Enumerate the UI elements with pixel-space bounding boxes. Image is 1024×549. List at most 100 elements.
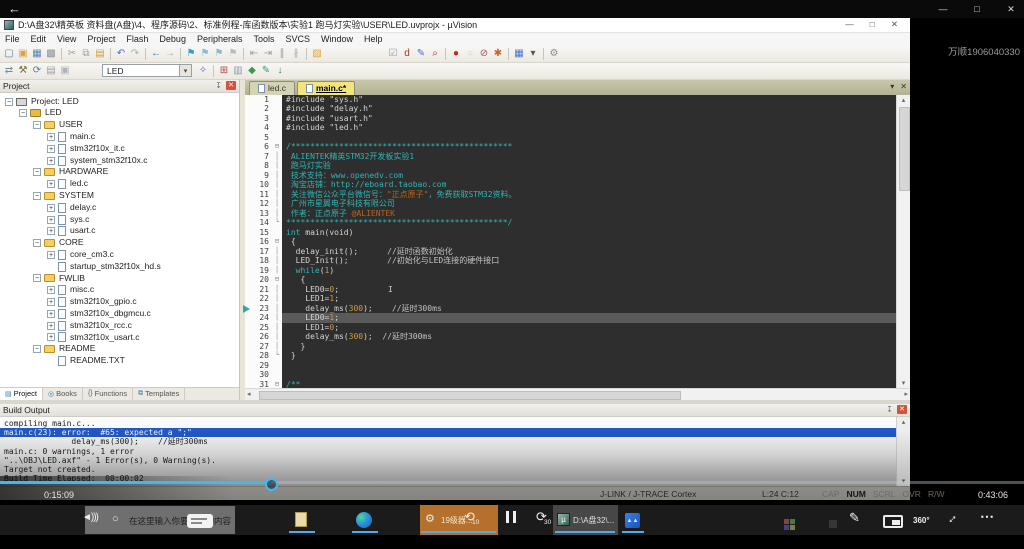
collapse-icon[interactable]: −: [33, 239, 41, 247]
tab-close-icon[interactable]: ✕: [900, 82, 907, 91]
tree-item-misc.c[interactable]: +misc.c: [0, 284, 239, 296]
code-line-11[interactable]: 11│ 关注微信公众平台微信号："正点原子"，免费获取STM32资料。: [245, 190, 896, 200]
fold-collapse-icon[interactable]: ⊟: [272, 142, 282, 152]
tree-item-user[interactable]: −USER: [0, 119, 239, 131]
uncomment-icon[interactable]: ∦: [289, 47, 303, 61]
code-line-21[interactable]: 21│ LED0=0;: [245, 285, 896, 295]
editor-tab-main.c[interactable]: main.c*: [297, 81, 355, 95]
tree-item-system_stm32f10x.c[interactable]: +system_stm32f10x.c: [0, 155, 239, 167]
tree-item-readme[interactable]: −README: [0, 343, 239, 355]
tree-item-readme.txt[interactable]: README.TXT: [0, 355, 239, 367]
code-line-25[interactable]: 25│ LED1=0;: [245, 323, 896, 333]
code-line-4[interactable]: 4#include "led.h": [245, 123, 896, 133]
menu-help[interactable]: Help: [364, 34, 383, 44]
panel-tab-project[interactable]: ▤Project: [0, 388, 43, 400]
collapse-icon[interactable]: −: [33, 345, 41, 353]
build-error-line[interactable]: main.c(23): error: #65: expected a ";": [0, 428, 896, 437]
code-line-27[interactable]: 27│ }: [245, 342, 896, 352]
manage-project-items-icon[interactable]: ⊞: [217, 64, 231, 78]
code-line-2[interactable]: 2#include "delay.h": [245, 104, 896, 114]
scroll-up-icon[interactable]: ▴: [897, 418, 910, 426]
annotate-pen-icon[interactable]: ✎: [849, 510, 860, 526]
player-maximize-button[interactable]: □: [970, 0, 984, 18]
build-output-line[interactable]: delay_ms(300); //延时300ms: [0, 437, 896, 446]
tree-item-stm32f10x_gpio.c[interactable]: +stm32f10x_gpio.c: [0, 296, 239, 308]
menu-flash[interactable]: Flash: [126, 34, 148, 44]
cut-icon[interactable]: ✂: [65, 47, 79, 61]
build-output-scrollbar[interactable]: ▴ ▾: [896, 417, 910, 486]
file-extensions-icon[interactable]: ▥: [231, 64, 245, 78]
tree-item-fwlib[interactable]: −FWLIB: [0, 273, 239, 285]
menu-peripherals[interactable]: Peripherals: [197, 34, 243, 44]
disable-all-breakpoints-icon[interactable]: ⊘: [477, 47, 491, 61]
tools-wrench-icon[interactable]: ⚙: [547, 47, 561, 61]
paste-icon[interactable]: ▤: [93, 47, 107, 61]
player-close-button[interactable]: ✕: [1004, 0, 1018, 18]
code-line-10[interactable]: 10│ 淘宝店铺：http://eboard.taobao.com: [245, 180, 896, 190]
indent-right-icon[interactable]: ⇥: [261, 47, 275, 61]
code-line-12[interactable]: 12│ 广州市星翼电子科技有限公司: [245, 199, 896, 209]
forward-30-button[interactable]: ⟳ 30: [536, 508, 547, 526]
taskbar-item-document[interactable]: [295, 512, 307, 527]
code-line-15[interactable]: 15int main(void): [245, 228, 896, 238]
breakpoint-icon[interactable]: ●: [449, 47, 463, 61]
code-line-23[interactable]: 23│ delay_ms(300); //延时300ms: [245, 304, 896, 314]
tree-item-core[interactable]: −CORE: [0, 237, 239, 249]
indent-left-icon[interactable]: ⇤: [247, 47, 261, 61]
menu-view[interactable]: View: [57, 34, 76, 44]
menu-project[interactable]: Project: [87, 34, 115, 44]
code-line-18[interactable]: 18│ LED_Init(); //初始化与LED连接的硬件接口: [245, 256, 896, 266]
menu-file[interactable]: File: [5, 34, 20, 44]
code-line-14[interactable]: 14└*************************************…: [245, 218, 896, 228]
flash-download-icon[interactable]: ↓: [273, 64, 287, 78]
rebuild-icon[interactable]: ⟳: [30, 64, 44, 78]
bookmark-next-icon[interactable]: ⚑: [212, 47, 226, 61]
build-output-line[interactable]: "..\OBJ\LED.axf" - 1 Error(s), 0 Warning…: [0, 456, 896, 465]
save-icon[interactable]: ▦: [30, 47, 44, 61]
copy-icon[interactable]: ⧉: [79, 47, 93, 61]
build-output-close-icon[interactable]: ✕: [897, 405, 907, 414]
code-line-24[interactable]: 24│ LED0=1;: [245, 313, 896, 323]
code-line-28[interactable]: 28└ }: [245, 351, 896, 361]
target-select[interactable]: LED: [102, 64, 180, 77]
tray-icon[interactable]: [829, 520, 837, 528]
expand-icon[interactable]: +: [47, 204, 55, 212]
panel-tab-books[interactable]: ◎Books: [43, 388, 83, 400]
expand-icon[interactable]: +: [47, 298, 55, 306]
expand-icon[interactable]: +: [47, 145, 55, 153]
code-line-22[interactable]: 22│ LED1=1;: [245, 294, 896, 304]
fold-collapse-icon[interactable]: ⊟: [272, 275, 282, 285]
breakpoint-disabled-icon[interactable]: ○: [463, 47, 477, 61]
tree-item-delay.c[interactable]: +delay.c: [0, 202, 239, 214]
scroll-right-icon[interactable]: ▸: [904, 390, 908, 398]
rewind-10-button[interactable]: ⟲ 10: [464, 508, 475, 526]
expand-icon[interactable]: +: [47, 286, 55, 294]
code-line-6[interactable]: 6⊟/*************************************…: [245, 142, 896, 152]
picture-in-picture-icon[interactable]: [883, 515, 903, 528]
tree-item-sys.c[interactable]: +sys.c: [0, 214, 239, 226]
collapse-icon[interactable]: −: [5, 98, 13, 106]
expand-icon[interactable]: +: [47, 310, 55, 318]
nav-back-icon[interactable]: ←: [149, 47, 163, 61]
expand-icon[interactable]: +: [47, 227, 55, 235]
menu-debug[interactable]: Debug: [159, 34, 186, 44]
bookmark-prev-icon[interactable]: ⚑: [198, 47, 212, 61]
bookmark-icon[interactable]: ⚑: [184, 47, 198, 61]
scrollbar-thumb[interactable]: [259, 391, 681, 400]
bookmark-clear-icon[interactable]: ⚑: [226, 47, 240, 61]
fold-collapse-icon[interactable]: ⊟: [272, 237, 282, 247]
expand-icon[interactable]: +: [47, 157, 55, 165]
editor-vertical-scrollbar[interactable]: ▴ ▾: [896, 95, 910, 388]
options-for-target-icon[interactable]: ✧: [196, 64, 210, 78]
build-output-line[interactable]: compiling main.c...: [0, 419, 896, 428]
code-line-1[interactable]: 1#include "sys.h": [245, 95, 896, 105]
code-line-30[interactable]: 30: [245, 370, 896, 380]
comment-icon[interactable]: ∥: [275, 47, 289, 61]
menu-window[interactable]: Window: [321, 34, 353, 44]
tray-windows-icon[interactable]: [784, 519, 795, 530]
redo-icon[interactable]: ↷: [128, 47, 142, 61]
menu-edit[interactable]: Edit: [31, 34, 47, 44]
target-select-dropdown-icon[interactable]: ▾: [180, 64, 192, 77]
subtitle-chat-icon[interactable]: [187, 514, 213, 528]
start-debug-icon[interactable]: d: [400, 47, 414, 61]
